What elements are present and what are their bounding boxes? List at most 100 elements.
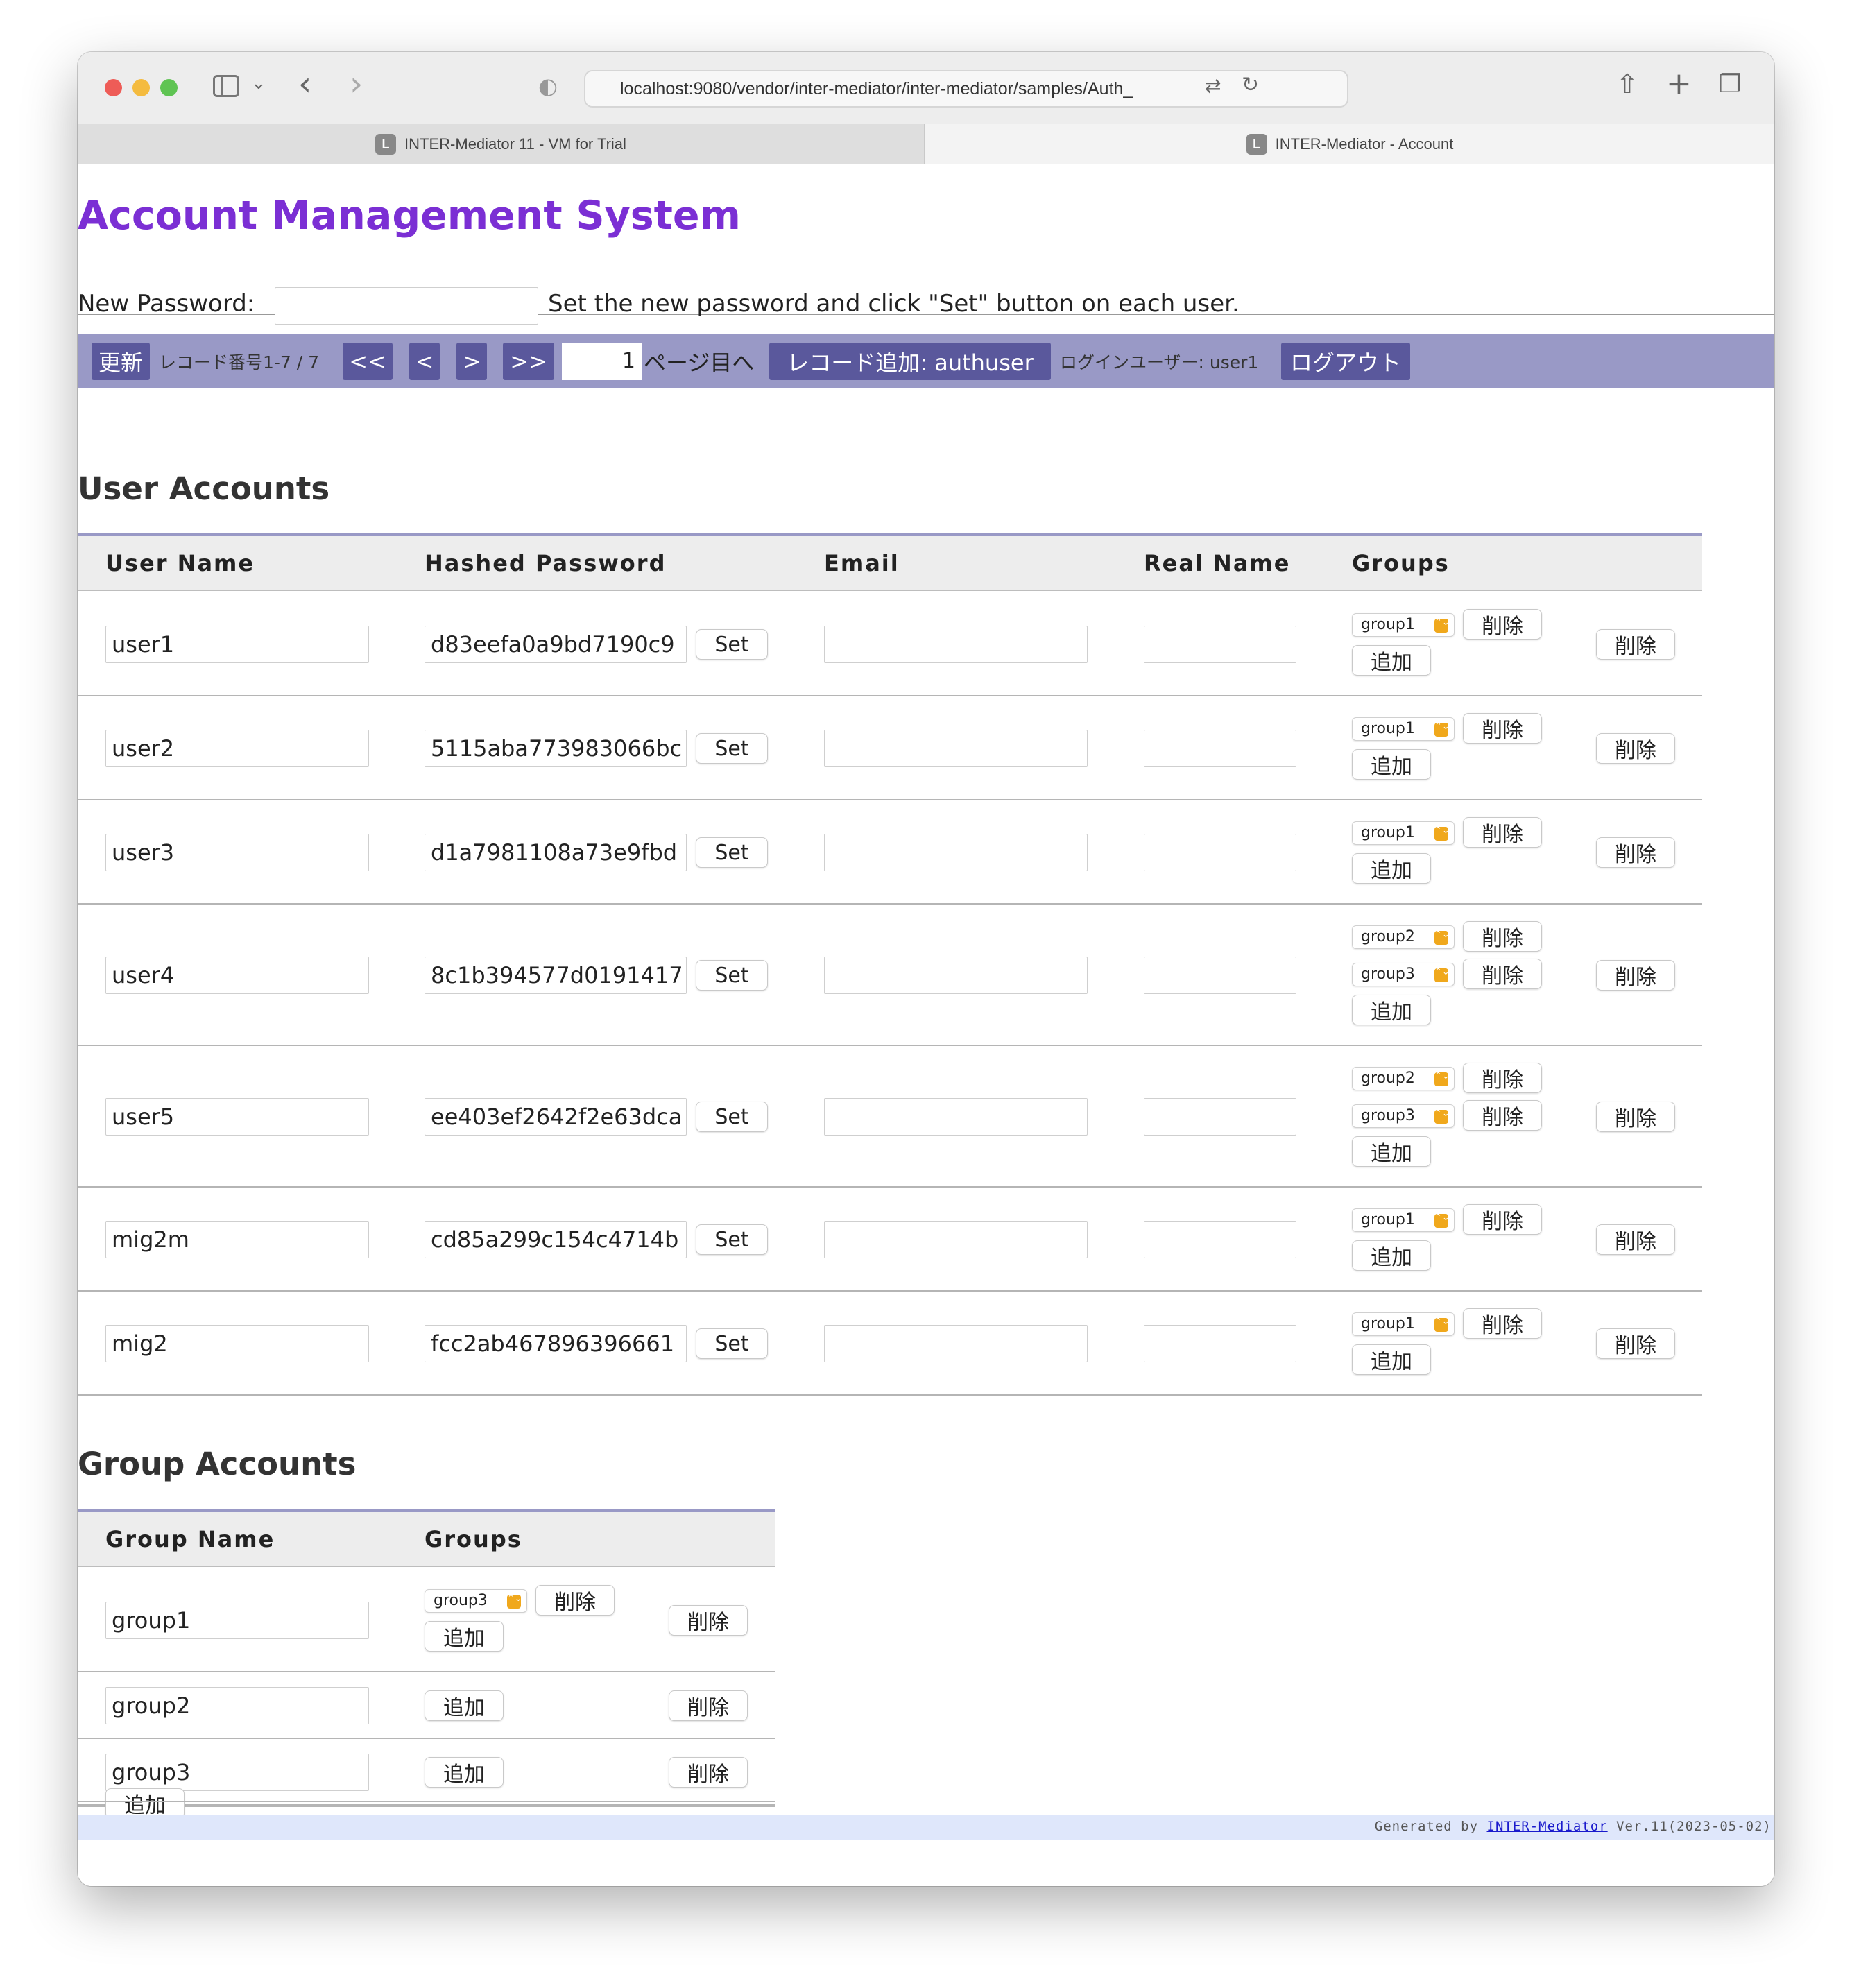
username-field[interactable]: user2 [105,730,369,767]
delete-group-button[interactable]: 削除 [1463,713,1542,744]
tab-overview-icon[interactable]: ❐ [1719,70,1741,98]
delete-user-button[interactable]: 削除 [1596,733,1675,764]
delete-group-button[interactable]: 削除 [1463,1063,1542,1093]
forward-icon[interactable]: › [350,65,363,103]
minimize-window-button[interactable] [132,79,150,96]
refresh-button[interactable]: 更新 [92,343,150,380]
add-group-button[interactable]: 追加 [425,1621,504,1652]
set-password-button[interactable]: Set [696,960,768,991]
add-group-button[interactable]: 追加 [1352,749,1431,780]
group-select[interactable]: group2 ⌃⌄ [1352,925,1455,949]
delete-user-button[interactable]: 削除 [1596,960,1675,991]
hashed-password-field[interactable]: cd85a299c154c4714b [425,1221,687,1258]
hashed-password-field[interactable]: d1a7981108a73e9fbd [425,834,687,871]
groupname-field[interactable]: group2 [105,1687,369,1724]
zoom-window-button[interactable] [160,79,178,96]
add-group-button[interactable]: 追加 [1352,1240,1431,1271]
page-number-input[interactable]: 1 [562,343,642,380]
translate-icon[interactable]: ⇄ [1205,74,1221,97]
delete-group-button[interactable]: 削除 [1463,609,1542,640]
prev-page-button[interactable]: < [409,343,440,380]
delete-group-button[interactable]: 削除 [1463,1100,1542,1131]
next-page-button[interactable]: > [456,343,487,380]
set-password-button[interactable]: Set [696,837,768,868]
group-select[interactable]: group1 ⌃⌄ [1352,1312,1455,1336]
hashed-password-field[interactable]: d83eefa0a9bd7190c9 [425,626,687,663]
last-page-button[interactable]: >> [503,343,554,380]
groupname-field[interactable]: group3 [105,1754,369,1791]
delete-group-record-button[interactable]: 削除 [669,1690,748,1721]
set-password-button[interactable]: Set [696,1224,768,1255]
delete-user-button[interactable]: 削除 [1596,837,1675,868]
delete-group-record-button[interactable]: 削除 [669,1605,748,1636]
add-record-button[interactable]: レコード追加: authuser [769,343,1051,380]
email-field[interactable] [824,834,1088,871]
set-password-button[interactable]: Set [696,1328,768,1359]
hashed-password-field[interactable]: ee403ef2642f2e63dca [425,1098,687,1136]
group-select[interactable]: group1 ⌃⌄ [1352,1208,1455,1232]
tab-account[interactable]: L INTER-Mediator - Account [925,124,1774,164]
sidebar-toggle-icon[interactable] [213,75,239,97]
email-field[interactable] [824,1325,1088,1362]
username-field[interactable]: user3 [105,834,369,871]
realname-field[interactable] [1144,1221,1296,1258]
set-password-button[interactable]: Set [696,1102,768,1132]
add-group-button[interactable]: 追加 [425,1757,504,1788]
delete-group-button[interactable]: 削除 [1463,921,1542,952]
delete-user-button[interactable]: 削除 [1596,1102,1675,1132]
email-field[interactable] [824,957,1088,994]
add-group-button[interactable]: 追加 [1352,1344,1431,1375]
group-select[interactable]: group2 ⌃⌄ [1352,1067,1455,1090]
username-field[interactable]: user4 [105,957,369,994]
inter-mediator-link[interactable]: INTER-Mediator [1487,1819,1608,1834]
email-field[interactable] [824,1098,1088,1136]
realname-field[interactable] [1144,957,1296,994]
group-select[interactable]: group3 ⌃⌄ [425,1589,527,1613]
username-field[interactable]: user5 [105,1098,369,1136]
realname-field[interactable] [1144,1098,1296,1136]
add-group-button[interactable]: 追加 [1352,853,1431,884]
first-page-button[interactable]: << [343,343,393,380]
email-field[interactable] [824,730,1088,767]
set-password-button[interactable]: Set [696,629,768,660]
shield-icon[interactable]: ◐ [538,73,558,99]
address-bar[interactable]: localhost:9080/vendor/inter-mediator/int… [584,70,1348,108]
chevron-down-icon[interactable]: ⌄ [251,73,266,94]
share-icon[interactable]: ⇧ [1616,69,1638,99]
username-field[interactable]: user1 [105,626,369,663]
delete-group-button[interactable]: 削除 [1463,1308,1542,1339]
add-group-button[interactable]: 追加 [1352,995,1431,1025]
new-tab-icon[interactable]: + [1666,66,1692,101]
set-password-button[interactable]: Set [696,733,768,764]
delete-user-button[interactable]: 削除 [1596,629,1675,660]
realname-field[interactable] [1144,834,1296,871]
add-group-button[interactable]: 追加 [425,1690,504,1721]
username-field[interactable]: mig2m [105,1221,369,1258]
group-select[interactable]: group1 ⌃⌄ [1352,821,1455,845]
realname-field[interactable] [1144,626,1296,663]
delete-group-button[interactable]: 削除 [1463,959,1542,989]
hashed-password-field[interactable]: fcc2ab467896396661 [425,1325,687,1362]
realname-field[interactable] [1144,1325,1296,1362]
new-password-input[interactable] [275,287,538,325]
logout-button[interactable]: ログアウト [1281,343,1410,380]
groupname-field[interactable]: group1 [105,1602,369,1639]
delete-group-button[interactable]: 削除 [1463,817,1542,848]
group-select[interactable]: group3 ⌃⌄ [1352,963,1455,986]
close-window-button[interactable] [105,79,122,96]
group-select[interactable]: group3 ⌃⌄ [1352,1104,1455,1128]
group-select[interactable]: group1 ⌃⌄ [1352,717,1455,741]
delete-user-button[interactable]: 削除 [1596,1224,1675,1255]
realname-field[interactable] [1144,730,1296,767]
back-icon[interactable]: ‹ [298,65,311,103]
tab-vm-trial[interactable]: L INTER-Mediator 11 - VM for Trial [78,124,925,164]
reload-icon[interactable]: ↻ [1242,73,1259,97]
delete-user-button[interactable]: 削除 [1596,1328,1675,1359]
delete-group-button[interactable]: 削除 [1463,1204,1542,1235]
delete-group-record-button[interactable]: 削除 [669,1757,748,1788]
username-field[interactable]: mig2 [105,1325,369,1362]
group-select[interactable]: group1 ⌃⌄ [1352,613,1455,637]
add-group-button[interactable]: 追加 [1352,1136,1431,1167]
delete-group-button[interactable]: 削除 [535,1585,615,1616]
hashed-password-field[interactable]: 5115aba773983066bc [425,730,687,767]
